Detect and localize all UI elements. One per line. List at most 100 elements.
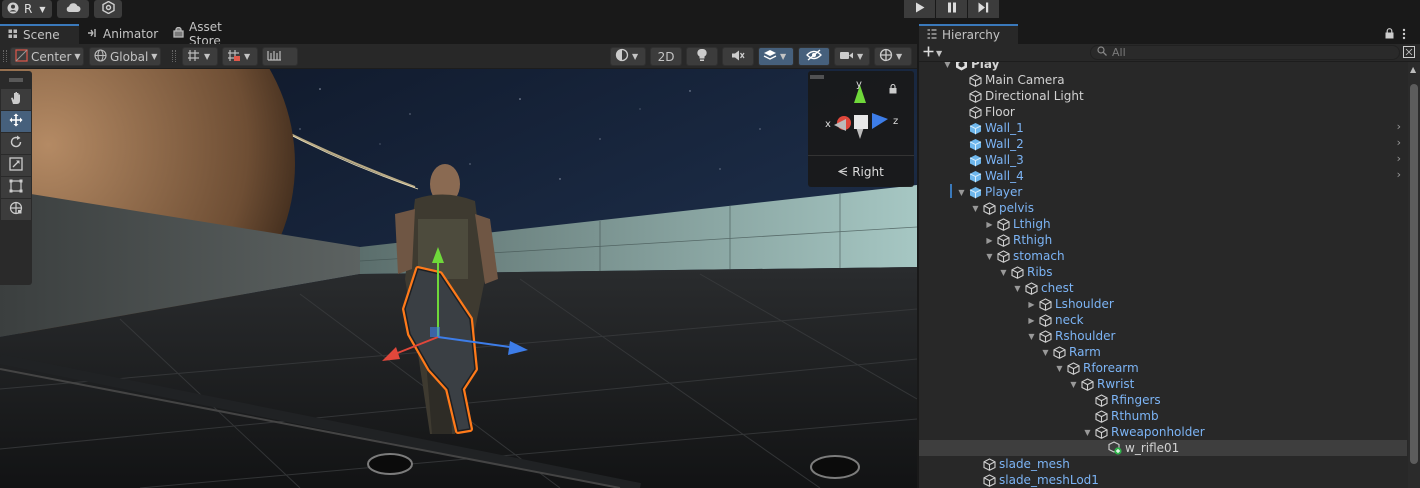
hierarchy-row[interactable]: slade_mesh (919, 456, 1407, 472)
orientation-gizmo[interactable]: y x z Right (808, 71, 914, 187)
collapse-arrow-icon[interactable]: ▶ (984, 236, 995, 245)
hierarchy-row[interactable]: ▼ Rforearm (919, 360, 1407, 376)
tab-scene[interactable]: Scene (0, 24, 79, 44)
handle-space-dropdown[interactable]: Global ▼ (89, 47, 161, 66)
gizmos-dropdown[interactable]: ▼ (874, 47, 912, 66)
scale-tool-button[interactable] (1, 155, 31, 176)
asset-store-icon (173, 26, 184, 41)
hierarchy-row[interactable]: ▶ neck (919, 312, 1407, 328)
expand-arrow-icon[interactable]: ▼ (970, 204, 981, 213)
create-dropdown[interactable]: ▼ (923, 45, 942, 61)
tab-animator[interactable]: Animator (79, 24, 165, 44)
hierarchy-row[interactable]: ▼ Rarm (919, 344, 1407, 360)
drag-handle-icon[interactable] (172, 50, 176, 62)
expand-arrow-icon[interactable]: ▼ (1040, 348, 1051, 357)
scrollbar-thumb[interactable] (1410, 84, 1418, 464)
expand-arrow-icon[interactable]: ▼ (1026, 332, 1037, 341)
drag-handle-icon[interactable] (3, 50, 7, 62)
chevron-down-icon: ▼ (936, 48, 943, 58)
hierarchy-row[interactable]: ▶ Lthigh (919, 216, 1407, 232)
collapse-arrow-icon[interactable]: ▶ (984, 220, 995, 229)
more-options-icon[interactable] (1402, 28, 1406, 43)
pivot-mode-dropdown[interactable]: Center ▼ (10, 47, 84, 66)
hierarchy-row-label: Rthigh (1013, 233, 1053, 247)
hierarchy-row[interactable]: Main Camera (919, 72, 1407, 88)
draw-mode-dropdown[interactable]: ▼ (610, 47, 646, 66)
lighting-toggle[interactable] (686, 47, 718, 66)
hierarchy-row[interactable]: Rfingers (919, 392, 1407, 408)
expand-arrow-icon[interactable]: ▼ (984, 252, 995, 261)
account-dropdown[interactable]: R ▼ (2, 0, 52, 18)
grid-snap-toggle[interactable]: ▼ (182, 47, 218, 66)
chevron-right-icon[interactable]: › (1397, 136, 1401, 149)
hierarchy-row[interactable]: w_rifle01 (919, 440, 1407, 456)
camera-settings-dropdown[interactable]: ▼ (834, 47, 870, 66)
grid-visibility-toggle[interactable]: ▼ (222, 47, 258, 66)
scene-picking-icon[interactable] (1403, 46, 1415, 61)
scene-icon (8, 28, 18, 42)
chevron-down-icon: ▼ (857, 52, 864, 61)
increment-snap-toggle[interactable] (262, 47, 298, 66)
hierarchy-row[interactable]: Wall_3 › (919, 152, 1407, 168)
hierarchy-row[interactable]: ▼ stomach (919, 248, 1407, 264)
hierarchy-scrollbar[interactable]: ▲ (1408, 62, 1420, 488)
chevron-right-icon[interactable]: › (1397, 120, 1401, 133)
expand-arrow-icon[interactable]: ▼ (942, 62, 953, 69)
lock-icon[interactable] (1385, 28, 1394, 42)
hierarchy-row[interactable]: ▼ Rwrist (919, 376, 1407, 392)
hierarchy-row[interactable]: ▼ Player (919, 184, 1407, 200)
audio-toggle[interactable] (722, 47, 754, 66)
hierarchy-row[interactable]: Directional Light (919, 88, 1407, 104)
prefab-icon (967, 136, 983, 152)
hierarchy-row[interactable]: ▼ chest (919, 280, 1407, 296)
scroll-up-icon[interactable]: ▲ (1410, 65, 1416, 74)
expand-arrow-icon[interactable]: ▼ (1068, 380, 1079, 389)
cloud-icon (65, 2, 81, 16)
hierarchy-row[interactable]: Wall_2 › (919, 136, 1407, 152)
gameobject-icon (1093, 392, 1109, 408)
expand-arrow-icon[interactable]: ▼ (956, 188, 967, 197)
pause-button[interactable] (936, 0, 967, 18)
hierarchy-row[interactable]: Rthumb (919, 408, 1407, 424)
hierarchy-row[interactable]: ▼ Ribs (919, 264, 1407, 280)
cloud-button[interactable] (57, 0, 89, 18)
transform-tool-button[interactable] (1, 199, 31, 220)
collapse-arrow-icon[interactable]: ▶ (1026, 316, 1037, 325)
play-button[interactable] (904, 0, 935, 18)
collapse-arrow-icon[interactable]: ▶ (1026, 300, 1037, 309)
expand-arrow-icon[interactable]: ▼ (1054, 364, 1065, 373)
rect-tool-button[interactable] (1, 177, 31, 198)
hierarchy-row[interactable]: ▼ Rweaponholder (919, 424, 1407, 440)
hierarchy-tree[interactable]: ▼ Play Main Camera Directional Light Floor Wa… (919, 62, 1420, 488)
services-button[interactable] (94, 0, 122, 18)
hand-tool-button[interactable] (1, 89, 31, 110)
hierarchy-row[interactable]: slade_meshLod1 (919, 472, 1407, 488)
step-button[interactable] (968, 0, 999, 18)
rotate-tool-button[interactable] (1, 133, 31, 154)
hierarchy-row[interactable]: Floor (919, 104, 1407, 120)
playmode-controls (904, 0, 999, 18)
hierarchy-row-label: Rarm (1069, 345, 1101, 359)
hierarchy-row[interactable]: Wall_1 › (919, 120, 1407, 136)
effects-dropdown[interactable]: ▼ (758, 47, 794, 66)
hierarchy-search[interactable]: All (1090, 45, 1400, 60)
hierarchy-row[interactable]: ▼ Play (919, 62, 1407, 72)
expand-arrow-icon[interactable]: ▼ (1082, 428, 1093, 437)
expand-arrow-icon[interactable]: ▼ (1012, 284, 1023, 293)
scene-visibility-toggle[interactable] (798, 47, 830, 66)
hierarchy-row[interactable]: ▶ Rthigh (919, 232, 1407, 248)
scene-viewport[interactable]: y x z Right (0, 69, 917, 488)
chevron-right-icon[interactable]: › (1397, 152, 1401, 165)
overlay-grip[interactable] (0, 71, 32, 89)
view-orientation-label[interactable]: Right (808, 155, 914, 187)
tab-asset-store[interactable]: Asset Store (165, 20, 265, 48)
chevron-right-icon[interactable]: › (1397, 168, 1401, 181)
hierarchy-row[interactable]: ▼ Rshoulder (919, 328, 1407, 344)
tab-hierarchy[interactable]: Hierarchy (919, 24, 1018, 44)
hierarchy-row[interactable]: ▶ Lshoulder (919, 296, 1407, 312)
move-tool-button[interactable] (1, 111, 31, 132)
hierarchy-row[interactable]: Wall_4 › (919, 168, 1407, 184)
2d-mode-toggle[interactable]: 2D (650, 47, 682, 66)
expand-arrow-icon[interactable]: ▼ (998, 268, 1009, 277)
hierarchy-row[interactable]: ▼ pelvis (919, 200, 1407, 216)
